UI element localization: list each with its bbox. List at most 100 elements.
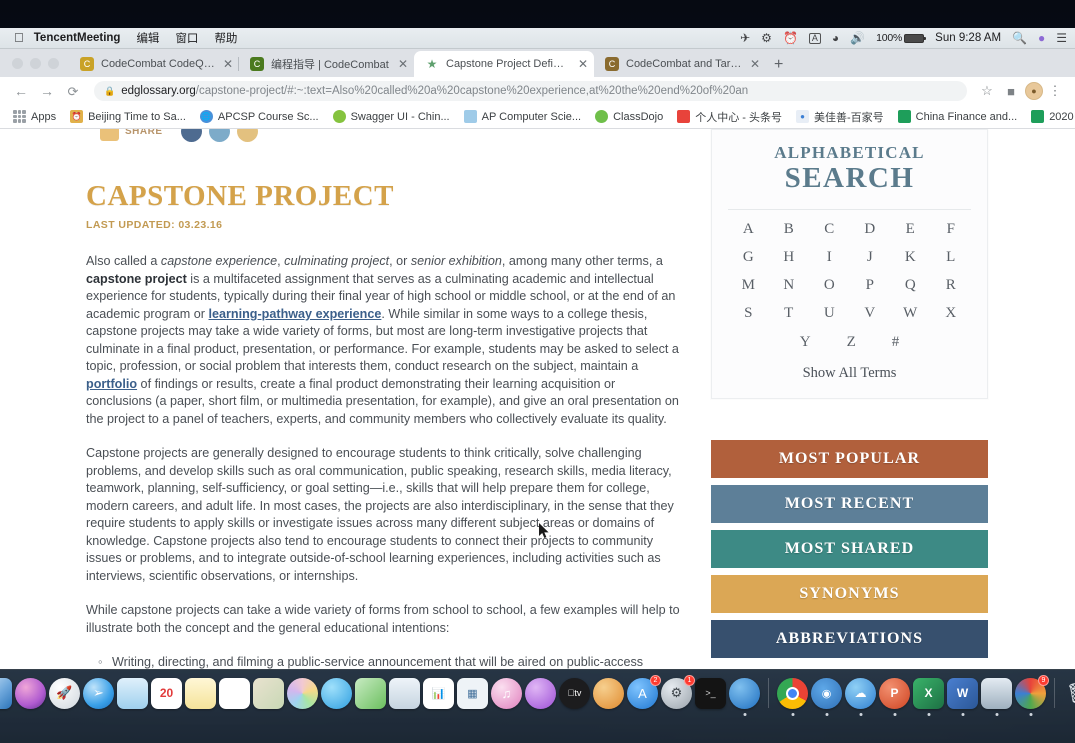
powerpoint-icon[interactable]: P <box>879 677 910 716</box>
safari-icon[interactable]: ➢ <box>83 677 114 709</box>
alpha-letter-B[interactable]: B <box>769 222 810 237</box>
alpha-letter-hash[interactable]: # <box>892 334 900 351</box>
alpha-letter-Y[interactable]: Y <box>800 334 811 351</box>
close-tab-2-icon[interactable]: ✕ <box>578 58 588 70</box>
browser-tab-3[interactable]: C CodeCombat and Tarena Host ✕ <box>594 51 766 77</box>
twitter-share-icon[interactable] <box>208 129 230 142</box>
alpha-letter-V[interactable]: V <box>850 306 891 321</box>
link-learning-pathway-experience[interactable]: learning-pathway experience <box>209 307 382 321</box>
mail-icon[interactable] <box>117 677 148 709</box>
calendar-icon[interactable]: 20 <box>151 677 182 709</box>
facetime-icon[interactable] <box>321 677 352 709</box>
bookmark-item-6[interactable]: 个人中心 - 头条号 <box>670 109 789 125</box>
word-icon[interactable]: W <box>947 677 978 716</box>
show-all-terms-link[interactable]: Show All Terms <box>728 365 971 382</box>
podcasts-icon[interactable] <box>525 677 556 709</box>
minimize-window-button[interactable] <box>30 58 41 69</box>
alpha-letter-T[interactable]: T <box>769 306 810 321</box>
back-button[interactable]: ← <box>8 84 34 98</box>
itunes-icon[interactable]: ♫ <box>491 677 522 709</box>
alpha-letter-I[interactable]: I <box>809 250 850 265</box>
bookmark-star-icon[interactable]: ☆ <box>975 83 999 99</box>
cta-most-shared[interactable]: MOST SHARED <box>711 530 988 569</box>
network-icon[interactable]: ⚙ <box>761 32 772 44</box>
new-tab-button[interactable]: + <box>766 57 791 77</box>
rocket-icon[interactable]: ✈ <box>740 32 750 44</box>
bookmark-apps[interactable]: Apps <box>6 110 63 123</box>
system-preferences-icon[interactable]: ⚙ 1 <box>661 674 695 709</box>
alpha-letter-R[interactable]: R <box>931 278 972 293</box>
bookmark-item-9[interactable]: 2020 Compensati... <box>1024 110 1075 123</box>
contacts-icon[interactable] <box>355 677 386 709</box>
bookmark-item-2[interactable]: 🌐 APCSP Course Sc... <box>193 110 326 123</box>
forward-button[interactable]: → <box>34 84 60 98</box>
bookmark-item-4[interactable]: AP Computer Scie... <box>457 110 588 123</box>
menu-item-help[interactable]: 帮助 <box>214 30 237 46</box>
alpha-letter-H[interactable]: H <box>769 250 810 265</box>
chrome-icon[interactable] <box>777 677 808 716</box>
alpha-letter-D[interactable]: D <box>850 222 891 237</box>
alpha-letter-S[interactable]: S <box>728 306 769 321</box>
screenshot-icon[interactable] <box>981 677 1012 716</box>
browser-tab-0[interactable]: C CodeCombat CodeQuest ✕ <box>69 51 239 77</box>
menubar-clock[interactable]: Sun 9:28 AM <box>935 32 1001 44</box>
appletv-icon[interactable]: tv <box>559 677 590 709</box>
browser-tab-2[interactable]: ★ Capstone Project Definition ✕ <box>414 51 594 77</box>
sogou-input-icon[interactable] <box>729 677 760 716</box>
alpha-letter-O[interactable]: O <box>809 278 850 293</box>
search-icon[interactable]: 🔍 <box>1012 32 1027 44</box>
alpha-letter-P[interactable]: P <box>850 278 891 293</box>
alpha-letter-L[interactable]: L <box>931 250 972 265</box>
wechat-work-icon[interactable]: 9 <box>1015 674 1049 716</box>
close-tab-1-icon[interactable]: ✕ <box>398 58 408 70</box>
preview-icon[interactable] <box>389 677 420 709</box>
menu-item-edit[interactable]: 编辑 <box>136 30 159 46</box>
onedrive-icon[interactable]: ☁ <box>845 677 876 716</box>
alpha-letter-C[interactable]: C <box>809 222 850 237</box>
address-bar[interactable]: 🔒 edglossary.org/capstone-project/#:~:te… <box>94 81 967 101</box>
reload-button[interactable]: ⟳ <box>60 85 86 98</box>
photos-icon[interactable] <box>287 677 318 709</box>
cta-most-popular[interactable]: MOST POPULAR <box>711 440 988 479</box>
cta-abbreviations[interactable]: ABBREVIATIONS <box>711 620 988 659</box>
cta-synonyms[interactable]: SYNONYMS <box>711 575 988 614</box>
maximize-window-button[interactable] <box>48 58 59 69</box>
share-label-group[interactable]: SHARE <box>100 129 163 141</box>
profile-avatar[interactable]: ● <box>1025 82 1043 100</box>
news-icon[interactable] <box>593 677 624 709</box>
reminders-icon[interactable] <box>219 677 250 709</box>
alpha-letter-A[interactable]: A <box>728 222 769 237</box>
close-window-button[interactable] <box>12 58 23 69</box>
menu-item-window[interactable]: 窗口 <box>175 30 198 46</box>
wifi-icon[interactable]: ◕ <box>832 32 839 44</box>
browser-tab-1[interactable]: C 编程指导 | CodeCombat ✕ <box>238 51 414 77</box>
alpha-letter-W[interactable]: W <box>890 306 931 321</box>
battery-indicator[interactable]: 100% <box>876 32 927 44</box>
bookmark-item-5[interactable]: ClassDojo <box>588 110 670 123</box>
alpha-letter-U[interactable]: U <box>809 306 850 321</box>
link-portfolio[interactable]: portfolio <box>86 377 137 391</box>
timer-icon[interactable]: ⏰ <box>783 32 798 44</box>
bookmark-item-3[interactable]: Swagger UI - Chin... <box>326 110 457 123</box>
alpha-letter-X[interactable]: X <box>931 306 972 321</box>
bookmark-item-8[interactable]: China Finance and... <box>891 110 1025 123</box>
terminal-icon[interactable]: >_ <box>695 677 726 709</box>
tencent-meeting-icon[interactable]: ◉ <box>811 677 842 716</box>
apple-menu-icon[interactable]:  <box>14 31 24 44</box>
chrome-menu-icon[interactable]: ⋮ <box>1043 83 1067 99</box>
trash-icon[interactable]: 🗑 <box>1063 678 1075 709</box>
facebook-share-icon[interactable] <box>180 129 202 142</box>
close-tab-3-icon[interactable]: ✕ <box>750 58 760 70</box>
keynote-icon[interactable]: ▦ <box>457 677 488 709</box>
input-source-icon[interactable]: A <box>808 32 821 44</box>
alpha-letter-J[interactable]: J <box>850 250 891 265</box>
alpha-letter-E[interactable]: E <box>890 222 931 237</box>
siri-icon[interactable]: ● <box>1038 32 1045 44</box>
alpha-letter-G[interactable]: G <box>728 250 769 265</box>
maps-icon[interactable] <box>253 677 284 709</box>
notes-icon[interactable] <box>185 677 216 709</box>
alpha-letter-M[interactable]: M <box>728 278 769 293</box>
alpha-letter-K[interactable]: K <box>890 250 931 265</box>
alpha-letter-Q[interactable]: Q <box>890 278 931 293</box>
window-traffic-lights[interactable] <box>6 58 69 77</box>
